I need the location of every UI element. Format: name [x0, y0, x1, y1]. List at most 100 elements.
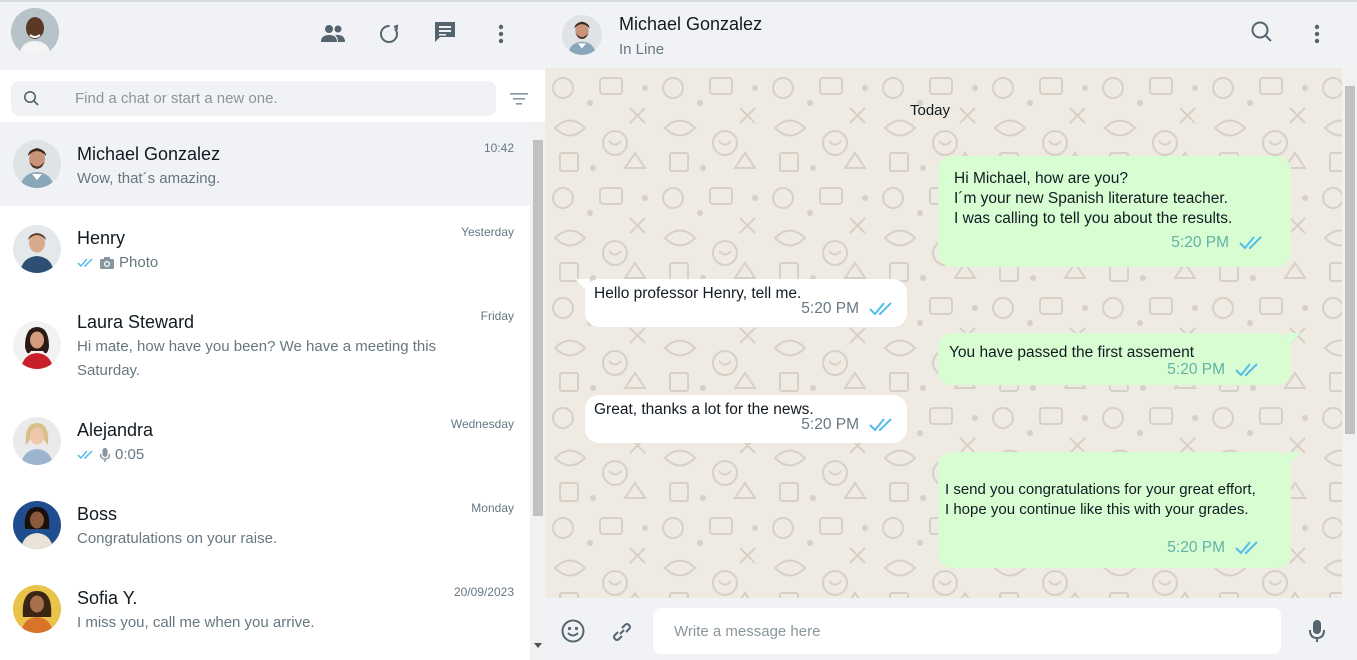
scrollbar-thumb[interactable] — [533, 140, 543, 516]
avatar — [13, 321, 61, 369]
microphone-icon[interactable] — [1303, 617, 1331, 645]
double-check-icon — [77, 258, 93, 268]
message-time: 5:20 PM — [1167, 361, 1225, 378]
double-check-icon — [869, 302, 892, 316]
message-outgoing[interactable]: Hi Michael, how are you? I´m your new Sp… — [938, 156, 1291, 267]
chat-list: Michael Gonzalez 10:42 Wow, that´s amazi… — [0, 122, 545, 660]
message-line: I´m your new Spanish literature teacher. — [954, 190, 1228, 207]
chat-item-boss[interactable]: Boss Monday Congratulations on your rais… — [0, 482, 530, 566]
left-header — [0, 2, 545, 70]
message-line: You have passed the first assement — [949, 344, 1194, 361]
chat-time: Yesterday — [461, 225, 514, 239]
chat-preview-text: Hi mate, how have you been? We have a me… — [77, 338, 437, 379]
message-meta: 5:20 PM — [1167, 360, 1261, 380]
message-outgoing[interactable]: I send you congratulations for your grea… — [938, 452, 1301, 568]
chat-preview: Congratulations on your raise. — [77, 527, 477, 551]
message-time: 5:20 PM — [801, 416, 859, 433]
search-input[interactable] — [75, 81, 475, 116]
chat-name: Sofia Y. — [77, 588, 138, 608]
message-incoming[interactable]: Hello professor Henry, tell me. 5:20 PM — [575, 279, 907, 327]
scrollbar-thumb[interactable] — [1345, 86, 1355, 434]
conversation-header[interactable]: Michael Gonzalez In Line — [545, 2, 1357, 68]
chat-preview: 0:05 — [77, 443, 477, 467]
microphone-icon — [99, 448, 111, 462]
chat-preview-text: Wow, that´s amazing. — [77, 170, 221, 187]
chat-name: Boss — [77, 504, 118, 524]
emoji-icon[interactable] — [559, 617, 587, 645]
chat-name: Henry — [77, 228, 126, 248]
message-time: 5:20 PM — [1171, 234, 1229, 251]
conversation-scrollbar[interactable] — [1342, 68, 1357, 598]
avatar — [13, 417, 61, 465]
message-incoming[interactable]: Great, thanks a lot for the news. 5:20 P… — [585, 395, 907, 443]
chat-item-alejandra[interactable]: Alejandra Wednesday 0:05 — [0, 398, 530, 482]
double-check-icon — [869, 418, 892, 432]
my-profile-avatar[interactable] — [11, 8, 59, 56]
avatar — [13, 140, 61, 188]
double-check-icon — [1235, 541, 1258, 555]
scroll-down-arrow-icon[interactable] — [534, 643, 542, 648]
chat-list-pane: Michael Gonzalez 10:42 Wow, that´s amazi… — [0, 2, 545, 660]
search-row — [0, 70, 545, 122]
attach-icon[interactable] — [608, 618, 636, 646]
message-line: I was calling to tell you about the resu… — [954, 210, 1233, 227]
message-area: Today Hi Michael, how are you? I´m your … — [545, 68, 1357, 598]
message-time: 5:20 PM — [1167, 539, 1225, 556]
double-check-icon — [1235, 363, 1258, 377]
message-line: Hi Michael, how are you? — [954, 170, 1129, 187]
chat-preview: I miss you, call me when you arrive. — [77, 611, 477, 635]
whatsapp-web-window: Michael Gonzalez 10:42 Wow, that´s amazi… — [0, 0, 1357, 660]
contact-status: In Line — [619, 41, 665, 58]
chat-preview-text: 0:05 — [115, 446, 145, 463]
message-meta: 5:20 PM — [1167, 538, 1261, 558]
avatar — [13, 585, 61, 633]
menu-icon[interactable] — [487, 20, 515, 48]
avatar — [13, 225, 61, 273]
message-line: I hope you continue like this with your … — [945, 501, 1249, 518]
message-meta: 5:20 PM — [1171, 233, 1265, 253]
chat-item-sofia-y[interactable]: Sofia Y. 20/09/2023 I miss you, call me … — [0, 566, 530, 650]
search-box[interactable] — [11, 81, 496, 116]
chat-preview-text: Congratulations on your raise. — [77, 530, 278, 547]
conversation-pane: Michael Gonzalez In Line Today Hi Michae… — [545, 2, 1357, 660]
message-time: 5:20 PM — [801, 300, 859, 317]
double-check-icon — [1239, 236, 1262, 250]
message-input[interactable] — [653, 608, 1281, 654]
chat-item-laura-steward[interactable]: Laura Steward Friday Hi mate, how have y… — [0, 290, 530, 398]
message-meta: 5:20 PM — [801, 299, 895, 319]
contact-avatar[interactable] — [562, 15, 602, 55]
new-chat-icon[interactable] — [431, 18, 459, 46]
chat-list-scrollbar[interactable] — [530, 122, 545, 660]
filter-icon[interactable] — [508, 88, 530, 110]
search-icon — [24, 91, 39, 106]
conversation-menu-icon[interactable] — [1303, 20, 1331, 48]
chat-name: Laura Steward — [77, 312, 195, 332]
message-meta: 5:20 PM — [801, 415, 895, 435]
chat-name: Michael Gonzalez — [77, 144, 221, 164]
chat-name: Alejandra — [77, 420, 154, 440]
avatar — [13, 501, 61, 549]
chat-time: Wednesday — [450, 417, 514, 431]
chat-time: Monday — [471, 501, 514, 515]
communities-icon[interactable] — [319, 20, 347, 48]
message-line: Hello professor Henry, tell me. — [594, 285, 802, 302]
chat-preview: Wow, that´s amazing. — [77, 167, 477, 191]
chat-preview: Photo — [77, 251, 477, 275]
chat-time: 10:42 — [483, 141, 514, 155]
status-icon[interactable] — [375, 20, 403, 48]
message-outgoing[interactable]: You have passed the first assement 5:20 … — [938, 333, 1301, 385]
chat-preview-text: Photo — [119, 254, 159, 271]
chat-item-henry[interactable]: Henry Yesterday Photo — [0, 206, 530, 290]
chat-time: Friday — [480, 309, 514, 323]
double-check-icon — [77, 450, 93, 460]
contact-name: Michael Gonzalez — [619, 14, 763, 34]
message-line: I send you congratulations for your grea… — [945, 481, 1256, 498]
camera-icon — [100, 257, 114, 269]
chat-item-michael-gonzalez[interactable]: Michael Gonzalez 10:42 Wow, that´s amazi… — [0, 122, 530, 206]
chat-preview: Hi mate, how have you been? We have a me… — [77, 335, 477, 383]
search-messages-icon[interactable] — [1248, 18, 1276, 46]
message-composer — [545, 598, 1357, 660]
chat-time: 20/09/2023 — [453, 585, 514, 599]
chat-preview-text: I miss you, call me when you arrive. — [77, 614, 315, 631]
message-line: Great, thanks a lot for the news. — [594, 401, 814, 418]
